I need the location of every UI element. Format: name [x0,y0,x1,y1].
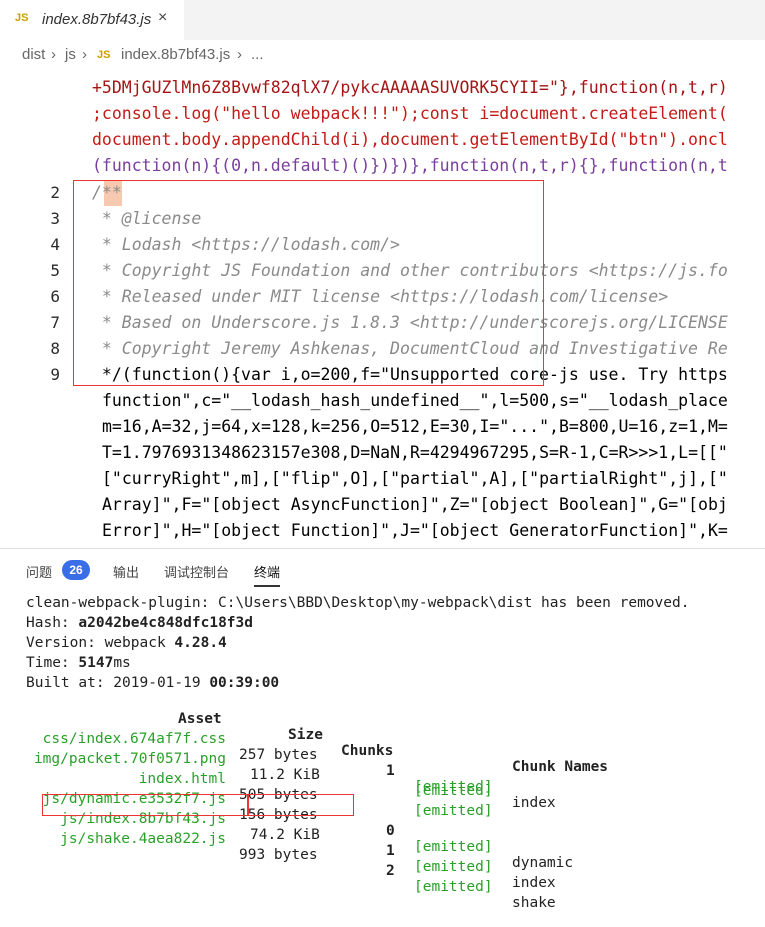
code-editor[interactable]: +5DMjGUZlMn6Z8Bvwf82qlX7/pykcAAAAASUVORK… [0,68,765,548]
time-label: Time: [26,655,79,671]
asset-chunk: 1 [386,843,395,859]
line-number: 5 [50,261,60,280]
tab-index-js[interactable]: JS index.8b7bf43.js × [0,0,184,40]
breadcrumb: dist › js › JS index.8b7bf43.js › ... [0,40,765,68]
code-line: Array]",F="[object AsyncFunction]",Z="[o… [0,492,765,518]
terminal-line: clean-webpack-plugin: C:\Users\BBD\Deskt… [26,595,690,611]
built-label: Built at: 2019-01-19 [26,675,210,691]
code-line: function",c="__lodash_hash_undefined__",… [0,388,765,414]
asset-row: index.html 505 bytes [emitted] [26,755,765,819]
asset-status: [emitted] [414,839,493,855]
chevron-right-icon: › [51,46,56,63]
code-text: ["curryRight",m],["flip",O],["partial",A… [102,469,728,488]
tab-terminal[interactable]: 终端 [254,562,281,587]
code-text: Array]",F="[object AsyncFunction]",Z="[o… [102,495,728,514]
code-text: * Based on Underscore.js 1.8.3 <http://u… [92,313,728,332]
time-value: 5147 [78,655,114,671]
chevron-right-icon: › [237,46,242,63]
asset-row: css/index.674af7f.css 257 bytes 1 [emitt… [26,715,765,811]
line-number: 8 [50,339,60,358]
tab-title: index.8b7bf43.js [42,11,152,28]
asset-chunk: 2 [386,863,395,879]
bottom-panel: 问题 26 输出 调试控制台 终端 clean-webpack-plugin: … [0,548,765,911]
problems-count-badge: 26 [62,560,90,580]
tab-debug-console[interactable]: 调试控制台 [164,562,229,581]
asset-status: [emitted] [414,879,493,895]
built-time: 00:39:00 [209,675,280,691]
asset-size: 993 bytes [239,847,318,863]
asset-chunk-name: dynamic [512,855,574,871]
code-text: (function(n){(0,n.default)()})})},functi… [92,156,728,175]
tab-output[interactable]: 输出 [113,562,139,581]
breadcrumb-dist[interactable]: dist [22,46,45,63]
breadcrumb-js[interactable]: js [65,46,76,63]
line-number: 7 [50,313,60,332]
code-text: m=16,A=32,j=64,x=128,k=256,O=512,E=30,I=… [102,417,728,436]
code-text: +5DMjGUZlMn6Z8Bvwf82qlX7/pykcAAAAASUVORK… [92,78,728,97]
code-line: (function(n){(0,n.default)()})})},functi… [0,153,765,179]
asset-name: js/shake.4aea822.js [60,831,226,847]
asset-row: js/dynamic.e3532f7.js 156 bytes 0 [emitt… [26,775,765,871]
code-line: 6 * Released under MIT license <https://… [0,284,765,310]
tab-problems[interactable]: 问题 [26,562,52,581]
code-line: T=1.7976931348623157e308,D=NaN,R=4294967… [0,440,765,466]
code-text: document.body.appendChild(i),document.ge… [92,130,728,149]
terminal-line: Time: 5147ms [26,655,131,675]
code-text: * Copyright Jeremy Ashkenas, DocumentClo… [92,339,728,358]
code-text: */(function(){var i,o=200,f="Unsupported… [92,365,728,384]
code-line: +5DMjGUZlMn6Z8Bvwf82qlX7/pykcAAAAASUVORK… [0,75,765,101]
breadcrumb-file[interactable]: index.8b7bf43.js [121,46,230,63]
asset-row: img/packet.70f0571.png 11.2 KiB [emitted… [26,735,765,799]
code-text: /** [92,180,122,206]
terminal-line: Version: webpack 4.28.4 [26,635,227,655]
version-label: Version: webpack [26,635,175,651]
code-line: 5 * Copyright JS Foundation and other co… [0,258,765,284]
asset-chunk-name: index [512,875,556,891]
code-text: ;console.log("hello webpack!!!");const i… [92,104,728,123]
code-text: * Copyright JS Foundation and other cont… [92,261,728,280]
code-line: ;console.log("hello webpack!!!");const i… [0,101,765,127]
code-line: 4 * Lodash <https://lodash.com/> [0,232,765,258]
asset-row: js/shake.4aea822.js 993 bytes 2 [emitted… [26,815,765,911]
terminal-line: Hash: a2042be4c848dfc18f3d [26,615,253,635]
panel-tabs: 问题 26 输出 调试控制台 终端 [0,549,765,589]
code-line: 2 /** [0,180,765,206]
asset-status: [emitted] [414,859,493,875]
code-line: 3 * @license [0,206,765,232]
code-line: 8 * Copyright Jeremy Ashkenas, DocumentC… [0,336,765,362]
breadcrumb-more[interactable]: ... [251,46,264,63]
line-number: 9 [50,365,60,384]
editor-tab-bar: JS index.8b7bf43.js × [0,0,765,40]
line-number: 6 [50,287,60,306]
asset-row: js/index.8b7bf43.js 74.2 KiB 1 [emitted]… [26,795,765,891]
chevron-right-icon: › [82,46,87,63]
line-number: 4 [50,235,60,254]
code-text: Error]",H="[object Function]",J="[object… [102,521,728,540]
line-number: 3 [50,209,60,228]
code-line: m=16,A=32,j=64,x=128,k=256,O=512,E=30,I=… [0,414,765,440]
code-line: 9 */(function(){var i,o=200,f="Unsupport… [0,362,765,388]
asset-chunk-name: shake [512,895,556,911]
line-number: 2 [50,183,60,202]
code-line: Error]",H="[object Function]",J="[object… [0,518,765,544]
code-text: * Lodash <https://lodash.com/> [92,235,400,254]
time-unit: ms [113,655,131,671]
asset-table-header: Asset Size Chunks Chunk Names [26,695,765,775]
js-file-icon: JS [15,12,29,24]
version-value: 4.28.4 [174,635,227,651]
code-text: * @license [92,209,202,228]
code-text: * Released under MIT license <https://lo… [92,287,669,306]
hash-label: Hash: [26,615,79,631]
close-icon[interactable]: × [158,9,167,27]
js-file-icon: JS [97,49,111,61]
hash-value: a2042be4c848dfc18f3d [78,615,253,631]
code-line: document.body.appendChild(i),document.ge… [0,127,765,153]
code-line: ["curryRight",m],["flip",O],["partial",A… [0,466,765,492]
code-text: function",c="__lodash_hash_undefined__",… [102,391,728,410]
code-line: 7 * Based on Underscore.js 1.8.3 <http:/… [0,310,765,336]
terminal-line: Built at: 2019-01-19 00:39:00 [26,675,279,695]
code-text: T=1.7976931348623157e308,D=NaN,R=4294967… [102,443,728,462]
